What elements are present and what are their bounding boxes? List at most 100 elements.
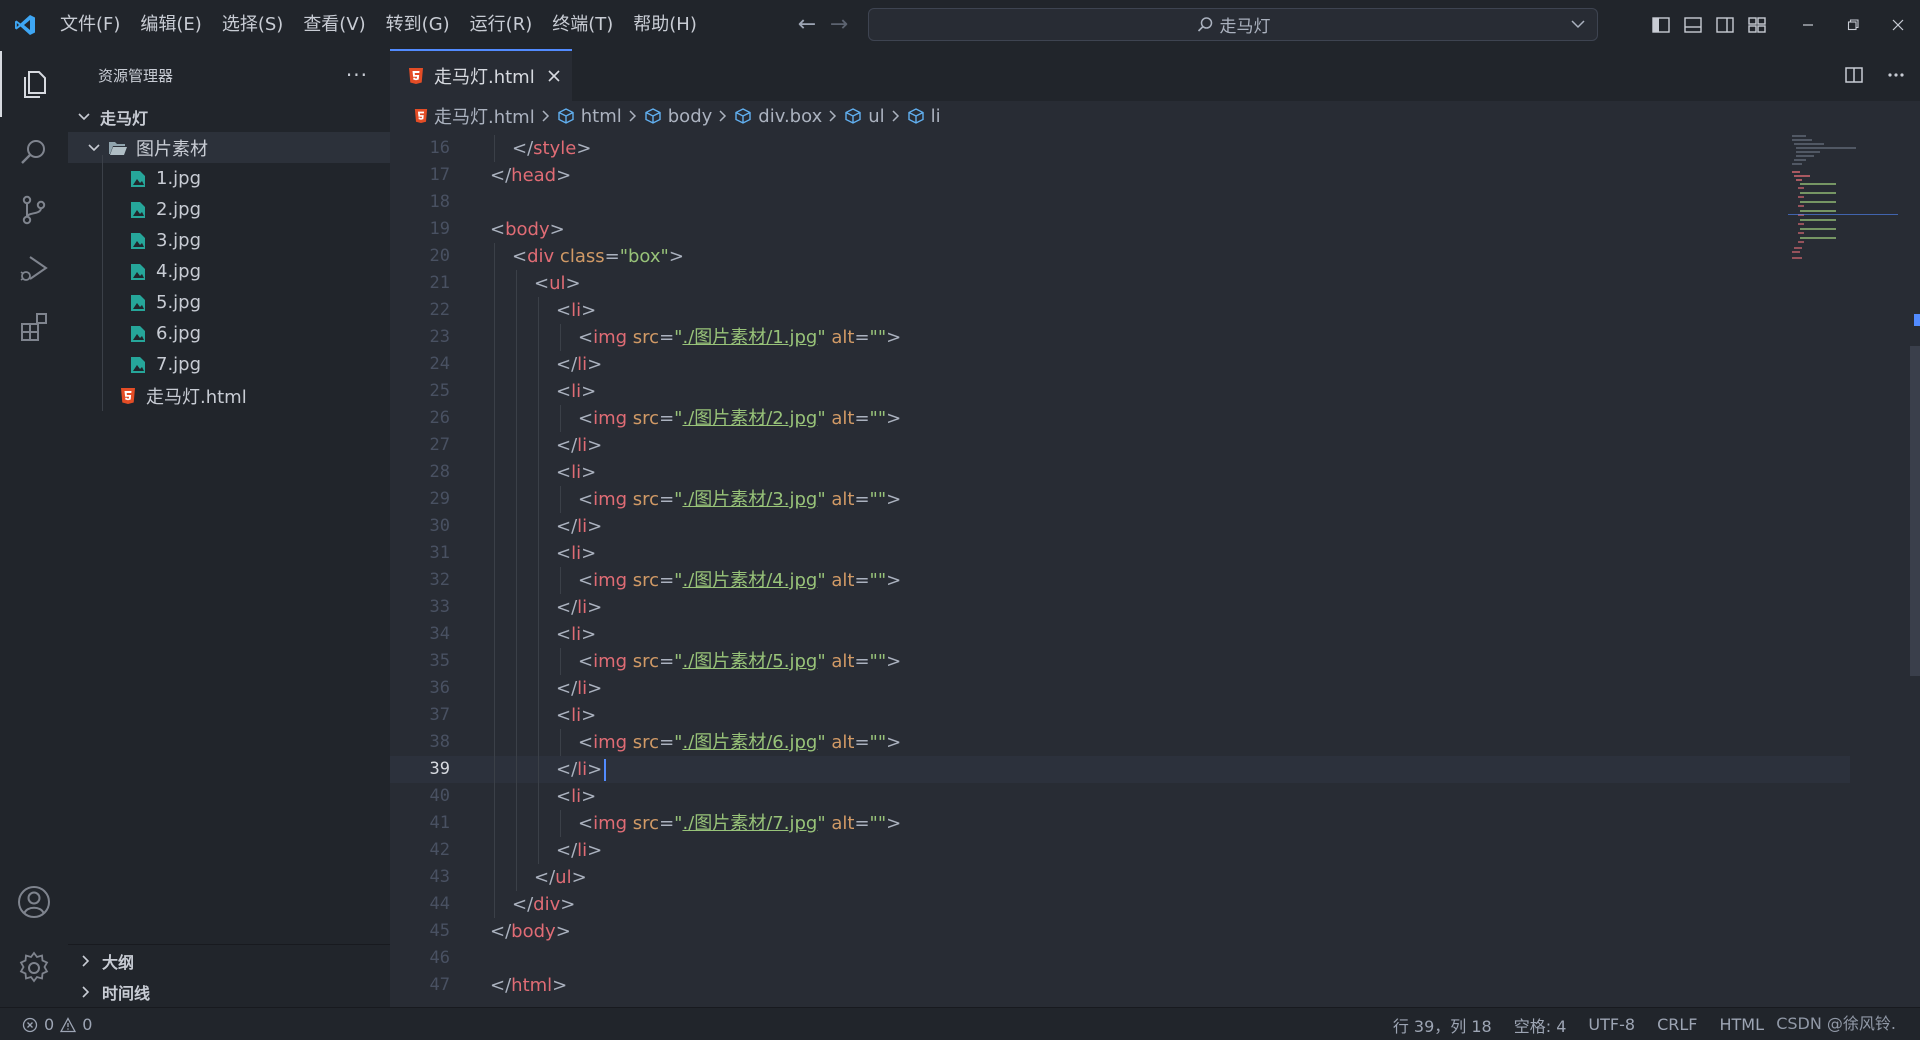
back-arrow-icon[interactable]: ← <box>796 12 818 37</box>
code-line[interactable]: 46 <box>390 945 1850 972</box>
menu-go[interactable]: 转到(G) <box>376 0 460 49</box>
command-center[interactable]: 走马灯 <box>868 8 1598 41</box>
encoding[interactable]: UTF-8 <box>1588 1015 1635 1034</box>
more-actions-icon[interactable]: ··· <box>346 63 368 87</box>
toggle-panel-icon[interactable] <box>1682 14 1704 36</box>
settings-gear-icon[interactable] <box>0 935 68 1001</box>
tree-file[interactable]: 7.jpg <box>68 349 390 380</box>
code-line[interactable]: 23 <img src="./图片素材/1.jpg" alt=""> <box>390 324 1850 351</box>
menu-run[interactable]: 运行(R) <box>460 0 543 49</box>
tree-folder-images[interactable]: 图片素材 <box>68 132 390 163</box>
code-line[interactable]: 28 <li> <box>390 459 1850 486</box>
vertical-scrollbar[interactable] <box>1900 131 1920 1007</box>
menu-view[interactable]: 查看(V) <box>293 0 375 49</box>
code-text: </li> <box>556 678 603 699</box>
code-line[interactable]: 30 </li> <box>390 513 1850 540</box>
toggle-primary-sidebar-icon[interactable] <box>1650 14 1672 36</box>
tree-file[interactable]: 3.jpg <box>68 225 390 256</box>
code-line[interactable]: 24 </li> <box>390 351 1850 378</box>
outline-section[interactable]: 大纲 <box>68 945 390 976</box>
code-line[interactable]: 21 <ul> <box>390 270 1850 297</box>
tree-file[interactable]: 4.jpg <box>68 256 390 287</box>
tree-file[interactable]: 6.jpg <box>68 318 390 349</box>
breadcrumb-li[interactable]: li <box>907 106 941 127</box>
more-actions-icon[interactable] <box>1886 65 1906 85</box>
code-line[interactable]: 33 </li> <box>390 594 1850 621</box>
timeline-section[interactable]: 时间线 <box>68 976 390 1007</box>
menu-selection[interactable]: 选择(S) <box>212 0 293 49</box>
close-window-icon[interactable] <box>1875 0 1920 49</box>
code-line[interactable]: 22 <li> <box>390 297 1850 324</box>
code-line[interactable]: 17 </head> <box>390 162 1850 189</box>
chevron-right-icon <box>891 109 901 123</box>
close-tab-icon[interactable] <box>547 69 561 83</box>
code-line[interactable]: 27 </li> <box>390 432 1850 459</box>
extensions-icon[interactable] <box>0 293 68 359</box>
cursor-position[interactable]: 行 39，列 18 <box>1393 1013 1492 1037</box>
end-of-line[interactable]: CRLF <box>1657 1015 1697 1034</box>
code-line[interactable]: 35 <img src="./图片素材/5.jpg" alt=""> <box>390 648 1850 675</box>
tree-root-folder[interactable]: 走马灯 <box>68 101 390 132</box>
minimize-icon[interactable] <box>1785 0 1830 49</box>
title-bar: 文件(F) 编辑(E) 选择(S) 查看(V) 转到(G) 运行(R) 终端(T… <box>0 0 1920 49</box>
code-line[interactable]: 39 </li> <box>390 756 1850 783</box>
code-line[interactable]: 45 </body> <box>390 918 1850 945</box>
code-line[interactable]: 41 <img src="./图片素材/7.jpg" alt=""> <box>390 810 1850 837</box>
restore-icon[interactable] <box>1830 0 1875 49</box>
code-line[interactable]: 34 <li> <box>390 621 1850 648</box>
minimap[interactable] <box>1788 131 1898 311</box>
code-line[interactable]: 29 <img src="./图片素材/3.jpg" alt=""> <box>390 486 1850 513</box>
account-icon[interactable] <box>0 869 68 935</box>
customize-layout-icon[interactable] <box>1746 14 1768 36</box>
indent-guide <box>516 567 517 594</box>
split-editor-icon[interactable] <box>1844 65 1864 85</box>
tree-file[interactable]: 1.jpg <box>68 163 390 194</box>
indentation[interactable]: 空格: 4 <box>1514 1013 1567 1037</box>
breadcrumb-file[interactable]: 走马灯.html <box>414 103 535 129</box>
code-line[interactable]: 40 <li> <box>390 783 1850 810</box>
code-line[interactable]: 19 <body> <box>390 216 1850 243</box>
code-line[interactable]: 44 </div> <box>390 891 1850 918</box>
code-line[interactable]: 32 <img src="./图片素材/4.jpg" alt=""> <box>390 567 1850 594</box>
menu-file[interactable]: 文件(F) <box>50 0 130 49</box>
code-text: <li> <box>556 786 597 807</box>
breadcrumb-ul[interactable]: ul <box>844 106 885 127</box>
status-bar: 0 0 行 39，列 18 空格: 4 UTF-8 CRLF HTML <box>0 1007 1920 1040</box>
breadcrumb-html[interactable]: html <box>557 106 622 127</box>
menu-terminal[interactable]: 终端(T) <box>542 0 623 49</box>
chevron-down-icon[interactable] <box>1569 15 1587 38</box>
breadcrumb-div-box[interactable]: div.box <box>734 106 822 127</box>
explorer-icon[interactable] <box>0 51 68 117</box>
indent-guide <box>560 729 561 756</box>
run-debug-icon[interactable] <box>0 235 68 301</box>
code-line[interactable]: 38 <img src="./图片素材/6.jpg" alt=""> <box>390 729 1850 756</box>
code-line[interactable]: 43 </ul> <box>390 864 1850 891</box>
tree-file[interactable]: 5.jpg <box>68 287 390 318</box>
code-line[interactable]: 20 <div class="box"> <box>390 243 1850 270</box>
forward-arrow-icon[interactable]: → <box>828 12 850 37</box>
code-line[interactable]: 18 <box>390 189 1850 216</box>
code-line[interactable]: 16 </style> <box>390 135 1850 162</box>
tab-editor-html[interactable]: 走马灯.html <box>390 49 572 101</box>
menu-edit[interactable]: 编辑(E) <box>130 0 211 49</box>
tree-file[interactable]: 2.jpg <box>68 194 390 225</box>
code-line[interactable]: 26 <img src="./图片素材/2.jpg" alt=""> <box>390 405 1850 432</box>
scrollbar-thumb[interactable] <box>1910 346 1920 676</box>
code-editor[interactable]: 16 </style> 17 </head> 18 19 <body> 20 <div clas… <box>390 131 1850 1007</box>
code-line[interactable]: 47 </html> <box>390 972 1850 999</box>
source-control-icon[interactable] <box>0 177 68 243</box>
language-mode[interactable]: HTML <box>1719 1015 1764 1034</box>
line-number: 31 <box>429 543 450 563</box>
tree-file-html[interactable]: 走马灯.html <box>68 380 390 411</box>
code-line[interactable]: 36 </li> <box>390 675 1850 702</box>
toggle-secondary-sidebar-icon[interactable] <box>1714 14 1736 36</box>
code-line[interactable]: 37 <li> <box>390 702 1850 729</box>
code-line[interactable]: 31 <li> <box>390 540 1850 567</box>
line-number: 44 <box>429 894 450 914</box>
code-line[interactable]: 42 </li> <box>390 837 1850 864</box>
code-line[interactable]: 25 <li> <box>390 378 1850 405</box>
breadcrumb-body[interactable]: body <box>644 106 712 127</box>
problems-indicator[interactable]: 0 0 <box>22 1008 92 1040</box>
search-icon[interactable] <box>0 119 68 185</box>
menu-help[interactable]: 帮助(H) <box>623 0 707 49</box>
